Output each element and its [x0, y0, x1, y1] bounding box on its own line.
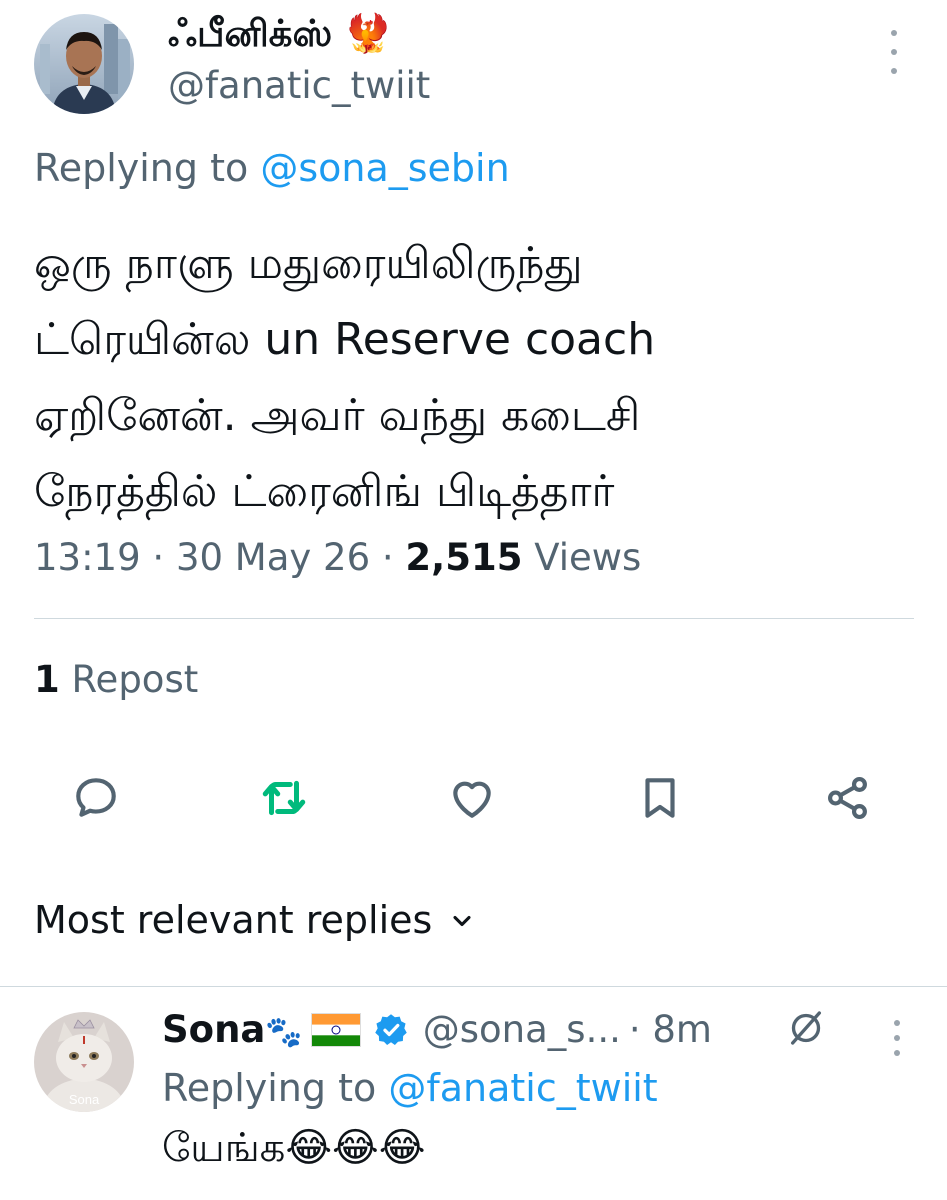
- repost-button[interactable]: [256, 770, 312, 826]
- tweet-metadata: 13:19 · 30 May 26 · 2,515 Views: [34, 536, 641, 580]
- reply-button[interactable]: [68, 770, 124, 826]
- author-avatar[interactable]: [34, 14, 134, 114]
- reply-name-text: Sona: [162, 1008, 266, 1051]
- repost-count: 1: [34, 658, 60, 701]
- separator: ·: [381, 536, 394, 579]
- share-icon: [828, 776, 867, 820]
- reply-text: யேங்க😂😂😂: [162, 1125, 426, 1171]
- tweet-time[interactable]: 13:19: [34, 536, 141, 579]
- repost-icon: [262, 780, 306, 816]
- separator: ·: [152, 536, 165, 579]
- bookmark-icon: [645, 778, 675, 818]
- chevron-down-icon: [448, 907, 476, 935]
- heart-icon: [453, 781, 491, 818]
- replying-prefix: Replying to: [34, 146, 249, 190]
- india-flag-icon: [310, 1013, 361, 1048]
- like-button[interactable]: [444, 770, 500, 826]
- phoenix-emoji: 🐦‍🔥: [345, 12, 392, 55]
- tweet-text-line: நேரத்தில் ட்ரைனிங் பிடித்தார்: [34, 466, 615, 517]
- reply-header: Sona🐾 @sona_s... · 8m: [162, 1008, 712, 1052]
- reply-author-handle[interactable]: @sona_s...: [423, 1008, 621, 1052]
- reply-time[interactable]: · 8m: [629, 1008, 712, 1052]
- views-count: 2,515: [405, 536, 523, 579]
- replies-sort-label: Most relevant replies: [34, 898, 433, 942]
- replying-to-link[interactable]: @sona_sebin: [260, 146, 509, 190]
- reply-author-avatar[interactable]: Sona: [34, 1012, 134, 1112]
- share-button[interactable]: [820, 770, 876, 826]
- tweet-text: ஒரு நாளு மதுரையிலிருந்து ட்ரெயின்ல un Re…: [34, 226, 914, 530]
- repost-count-link[interactable]: 1 Repost: [34, 658, 198, 702]
- reply-replying-to-line: Replying to @fanatic_twiit: [162, 1066, 658, 1112]
- replying-to-link[interactable]: @fanatic_twiit: [388, 1066, 657, 1110]
- replies-sort-dropdown[interactable]: Most relevant replies: [34, 898, 476, 944]
- avatar-watermark: Sona: [69, 1092, 100, 1107]
- replying-prefix: Replying to: [162, 1066, 377, 1110]
- divider: [34, 618, 914, 619]
- reply-author-name[interactable]: Sona🐾: [162, 1008, 303, 1052]
- tweet-text-line: ஒரு நாளு மதுரையிலிருந்து: [34, 238, 583, 289]
- views-label: Views: [534, 536, 642, 579]
- paw-emoji: 🐾: [265, 1015, 303, 1050]
- comment-icon: [76, 778, 116, 817]
- grok-icon[interactable]: [786, 1008, 826, 1052]
- verified-badge-icon[interactable]: [373, 1012, 409, 1048]
- author-handle[interactable]: @fanatic_twiit: [168, 64, 430, 108]
- tweet-date[interactable]: 30 May 26: [176, 536, 370, 579]
- display-name-text: ஃபீனிக்ஸ்: [168, 12, 333, 55]
- divider: [0, 986, 947, 987]
- author-display-name[interactable]: ஃபீனிக்ஸ் 🐦‍🔥: [168, 12, 391, 56]
- repost-label: Repost: [71, 658, 199, 701]
- reply-more-options-icon[interactable]: [890, 1020, 904, 1056]
- more-options-icon[interactable]: [882, 30, 906, 74]
- replying-to-line: Replying to @sona_sebin: [34, 146, 510, 192]
- tweet-text-line: ட்ரெயின்ல un Reserve coach: [34, 314, 656, 365]
- bookmark-button[interactable]: [632, 770, 688, 826]
- tweet-text-line: ஏறினேன். அவர் வந்து கடைசி: [34, 390, 641, 441]
